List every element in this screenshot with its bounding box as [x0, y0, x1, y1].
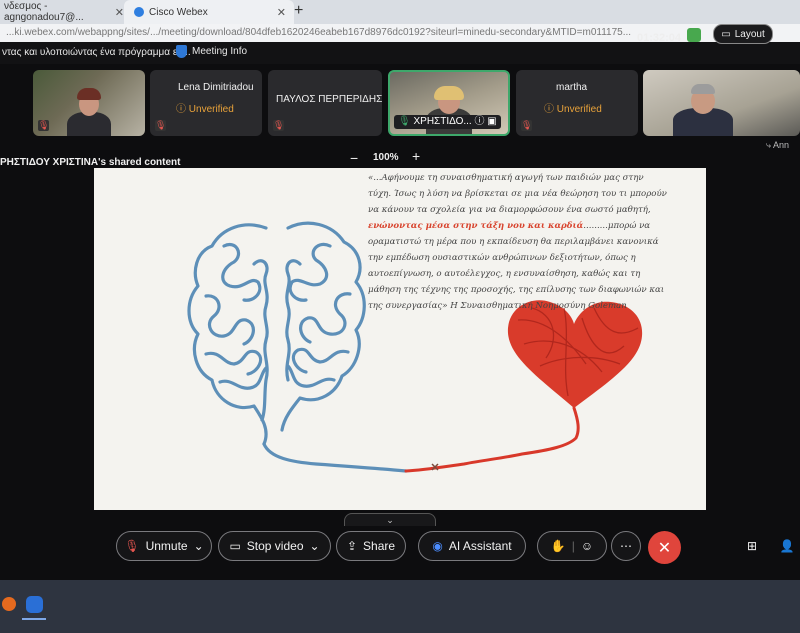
emoji-icon[interactable]: ☺	[581, 539, 593, 553]
quote-line: την εμπέδωση ουσιαστικών ανθρώπινων δεξι…	[368, 253, 636, 263]
apps-icon: ⊞	[746, 539, 758, 553]
participant-tile[interactable]	[643, 70, 800, 136]
participant-name: Lena Dimitriadou	[178, 82, 254, 93]
webex-header: ντας και υλοποιώντας ένα πρόγραμμα εκ...…	[0, 42, 800, 64]
participant-name-pill: 🎙 ΧΡΗΣΤΙΔΟ... ⓘ ▣	[394, 115, 501, 129]
quote-highlight: ενώνοντας μέσα στην τάξη νου και καρδιά	[368, 221, 584, 231]
close-icon[interactable]: ✕	[115, 6, 124, 19]
more-options-button[interactable]: ⋯	[611, 531, 641, 561]
divider: |	[571, 539, 575, 553]
video-camera-icon: ▭	[229, 539, 241, 553]
share-label: Share	[363, 539, 396, 553]
participant-tile[interactable]: ΠΑΥΛΟΣ ΠΕΡΠΕΡΙΔΗΣ 🎙	[268, 70, 382, 136]
shield-icon	[176, 45, 187, 58]
quote-line: μάθηση της τέχνης της προσοχής, της επίλ…	[368, 285, 665, 295]
network-status-icon[interactable]	[687, 28, 701, 42]
quote-line: αυτοεπίγνωση, ο αυτοέλεγχος, η ενσυναίσθ…	[368, 269, 641, 279]
slide-quote: «...Αφήνουμε τη συναισθηματική αγωγή των…	[368, 170, 694, 314]
meeting-timer: 01:32:04	[637, 32, 682, 44]
apps-button[interactable]: ⊞	[743, 531, 761, 561]
participant-name: martha	[556, 82, 588, 93]
unverified-label: Unverified	[556, 104, 602, 115]
unverified-status: ⓘ Unverified	[544, 104, 602, 115]
zoom-level: 100%	[373, 152, 399, 163]
info-icon: ⓘ	[474, 116, 485, 127]
ai-assistant-label: AI Assistant	[448, 539, 512, 553]
active-app-indicator	[22, 618, 46, 620]
participants-button[interactable]: 👤	[778, 531, 796, 561]
more-icon: ⋯	[620, 539, 632, 553]
chevron-down-icon[interactable]: ⌄	[310, 539, 320, 553]
share-icon: ⇪	[346, 539, 358, 553]
new-tab-button[interactable]: +	[294, 2, 303, 20]
stop-video-label: Stop video	[246, 539, 304, 553]
zoom-in-button[interactable]: +	[412, 148, 420, 164]
unverified-status: ⓘ Unverified	[176, 104, 234, 115]
quote-line: να κάνουν τα σχολεία για να διαμορφώσουν…	[368, 205, 651, 215]
mic-off-icon: 🎙	[124, 539, 140, 553]
stop-video-button[interactable]: ▭ Stop video ⌄	[218, 531, 331, 561]
participant-hair	[434, 86, 464, 100]
quote-line: οραματιστώ τη μέρα που η εκπαίδευση θα π…	[368, 237, 659, 247]
unverified-label: Unverified	[188, 104, 234, 115]
meeting-info-button[interactable]: Meeting Info	[176, 45, 247, 58]
browser-tab-mail[interactable]: νδεσμος - agngonadou7@... ✕	[0, 0, 124, 24]
participant-strip: 🎙 Lena Dimitriadou ⓘ Unverified 🎙 ΠΑΥΛΟΣ…	[0, 64, 800, 144]
video-icon: ▣	[487, 116, 497, 127]
close-icon[interactable]: ✕	[277, 6, 286, 19]
share-button[interactable]: ⇪ Share	[336, 531, 406, 561]
participant-tile[interactable]: martha ⓘ Unverified 🎙	[516, 70, 638, 136]
layout-button[interactable]: ▭ Layout	[713, 24, 773, 44]
collapse-toggle[interactable]: ⌄	[344, 513, 436, 526]
mic-off-icon: 🎙	[38, 120, 50, 131]
participant-hair	[691, 84, 715, 94]
meeting-info-label: Meeting Info	[192, 46, 248, 57]
browser-tab-bar: νδεσμος - agngonadou7@... ✕ Cisco Webex …	[0, 0, 800, 24]
meeting-controls: 🎙 Unmute ⌄ ▭ Stop video ⌄ ⇪ Share ◉ AI A…	[0, 528, 800, 572]
participant-hair	[77, 88, 101, 100]
ai-assistant-button[interactable]: ◉ AI Assistant	[418, 531, 526, 561]
quote-line: .........μπορώ να	[583, 221, 651, 231]
tab-title: Cisco Webex	[149, 6, 208, 18]
tab-title: νδεσμος - agngonadou7@...	[4, 1, 84, 23]
os-taskbar	[0, 580, 800, 633]
ai-assistant-icon: ◉	[432, 539, 443, 553]
mic-off-icon: 🎙	[273, 120, 285, 131]
reactions-button[interactable]: ✋ | ☺	[537, 531, 607, 561]
firefox-icon[interactable]	[2, 597, 16, 611]
participant-name: ΧΡΗΣΤΙΔΟ...	[413, 116, 472, 127]
zoom-out-button[interactable]: −	[350, 150, 358, 166]
raise-hand-icon[interactable]: ✋	[551, 539, 566, 553]
layout-icon: ▭	[721, 28, 731, 40]
participant-name: ΠΑΥΛΟΣ ΠΕΡΠΕΡΙΔΗΣ	[276, 94, 382, 105]
quote-line: της συνεργασίας» Η Συναισθηματική Νοημοσ…	[368, 301, 627, 311]
browser-tab-webex[interactable]: Cisco Webex ✕	[124, 0, 294, 24]
people-icon: 👤	[779, 539, 795, 553]
annotate-button[interactable]: ⤷ Ann	[766, 140, 789, 151]
participant-tile[interactable]: 🎙	[33, 70, 145, 136]
chevron-down-icon[interactable]: ⌄	[194, 539, 204, 553]
unmute-button[interactable]: 🎙 Unmute ⌄	[116, 531, 212, 561]
webex-taskbar-icon[interactable]	[26, 596, 43, 613]
close-icon: ✕	[657, 539, 672, 557]
unmute-label: Unmute	[145, 539, 188, 553]
mic-off-icon: 🎙	[155, 120, 167, 131]
heart-yarn	[404, 300, 643, 473]
meeting-title: ντας και υλοποιώντας ένα πρόγραμμα εκ...	[2, 47, 191, 58]
participant-tile[interactable]: Lena Dimitriadou ⓘ Unverified 🎙	[150, 70, 262, 136]
shared-content-label: ΡΗΣΤΙΔΟΥ ΧΡΙΣΤΙΝΑ's shared content	[0, 157, 181, 168]
leave-meeting-button[interactable]: ✕	[648, 531, 681, 564]
quote-line: «...Αφήνουμε τη συναισθηματική αγωγή των…	[368, 173, 644, 183]
mic-off-icon: 🎙	[521, 120, 533, 131]
layout-label: Layout	[734, 28, 765, 40]
shared-slide: «...Αφήνουμε τη συναισθηματική αγωγή των…	[94, 168, 706, 510]
mic-icon: 🎙	[398, 116, 411, 127]
active-speaker-tile[interactable]: 🎙 ΧΡΗΣΤΙΔΟ... ⓘ ▣	[388, 70, 510, 136]
quote-line: τύχη. Ίσως η λύση να βρίσκεται σε μια νέ…	[368, 189, 667, 199]
annotate-label: Ann	[773, 140, 790, 150]
webex-icon	[134, 7, 144, 17]
quote-line-highlight: ενώνοντας μέσα στην τάξη νου και καρδιά.…	[368, 218, 694, 234]
